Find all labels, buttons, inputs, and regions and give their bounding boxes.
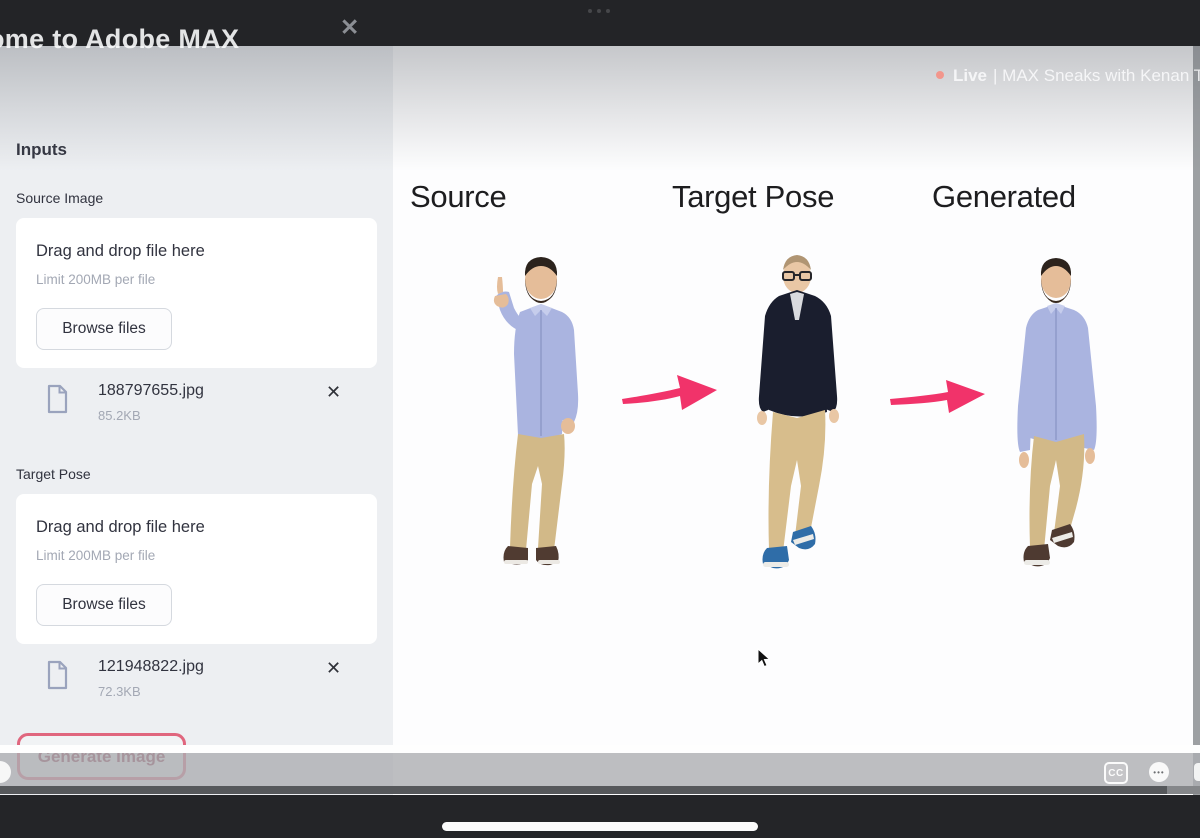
target-pose-figure-image [757,255,839,569]
bottom-bar [0,795,1200,838]
dropzone-limit: Limit 200MB per file [36,548,156,563]
dropzone-title: Drag and drop file here [36,242,205,260]
welcome-title: ome to Adobe MAX [0,24,240,54]
dropzone-title: Drag and drop file here [36,518,205,536]
scrollbar[interactable] [1193,46,1200,795]
file-icon [47,384,68,414]
mouse-cursor-icon [757,648,771,668]
source-image-dropzone[interactable]: Drag and drop file here Limit 200MB per … [16,218,377,368]
remove-file-icon[interactable]: ✕ [326,382,341,403]
live-dot-icon [936,71,944,79]
inputs-sidebar: Inputs Source Image Drag and drop file h… [0,46,393,795]
source-image-label: Source Image [16,190,104,206]
uploaded-file-row: 121948822.jpg 72.3KB ✕ [0,658,393,710]
file-size: 85.2KB [98,408,141,423]
video-scrubber-track[interactable] [0,786,1167,794]
multitask-dots-icon[interactable] [588,9,616,15]
live-stream-title: Live | MAX Sneaks with Kenan Tho [930,66,1200,86]
browse-files-button[interactable]: Browse files [36,308,172,350]
video-progress-bar[interactable] [0,745,1200,753]
closed-captions-button[interactable]: CC [1104,762,1128,784]
video-scrubber-remainder[interactable] [1167,786,1200,794]
generated-figure-image [1017,258,1097,567]
target-pose-dropzone[interactable]: Drag and drop file here Limit 200MB per … [16,494,377,644]
dropzone-limit: Limit 200MB per file [36,272,156,287]
arrow-right-icon [622,375,717,410]
generated-column-heading: Generated [932,179,1076,214]
source-column-heading: Source [410,179,507,214]
uploaded-file-row: 188797655.jpg 85.2KB ✕ [0,382,393,434]
file-size: 72.3KB [98,684,141,699]
home-indicator[interactable] [442,822,758,831]
arrow-right-icon [890,380,985,413]
browse-files-button[interactable]: Browse files [36,584,172,626]
target-pose-column-heading: Target Pose [672,179,835,214]
source-figure-image [493,257,579,566]
close-icon[interactable]: ✕ [340,14,359,41]
video-frame: Inputs Source Image Drag and drop file h… [0,0,1200,838]
file-name: 121948822.jpg [98,658,204,675]
inputs-heading: Inputs [16,140,67,159]
remove-file-icon[interactable]: ✕ [326,658,341,679]
more-options-icon[interactable]: ••• [1149,762,1169,782]
target-pose-label: Target Pose [16,466,91,482]
file-name: 188797655.jpg [98,382,204,399]
file-icon [47,660,68,690]
share-icon[interactable] [1194,763,1200,781]
